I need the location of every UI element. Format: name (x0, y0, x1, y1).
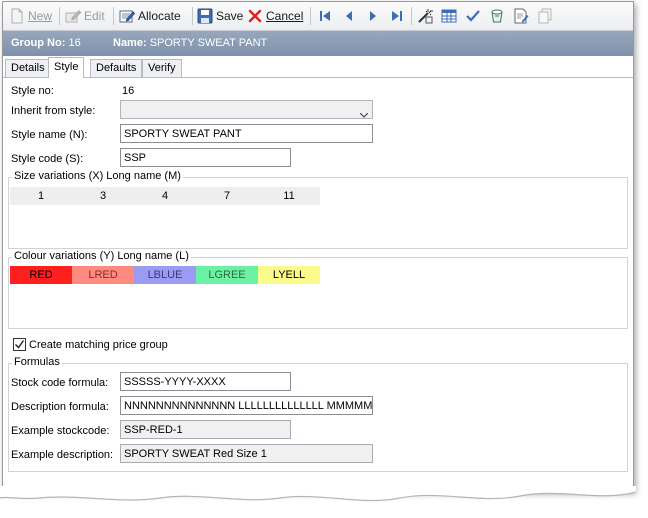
size-variations-group: Size variations (X) Long name (M) 1 3 4 … (8, 170, 628, 249)
next-record-icon (365, 8, 381, 24)
first-record-button[interactable] (317, 6, 333, 26)
cancel-x-icon (247, 8, 263, 24)
magic-wand-icon (417, 8, 433, 24)
edit-label: Edit (84, 9, 105, 23)
example-description-field: SPORTY SWEAT Red Size 1 (120, 444, 373, 463)
allocate-button[interactable]: Allocate (119, 6, 181, 26)
copy-document-icon (537, 8, 553, 24)
size-variation-item[interactable]: 3 (72, 187, 134, 205)
tab-strip: Details Style Defaults Verify (3, 57, 633, 78)
first-record-icon (317, 8, 333, 24)
price-group-checkbox[interactable] (13, 338, 26, 351)
description-formula-label: Description formula: (11, 401, 109, 413)
cancel-button[interactable]: Cancel (247, 6, 303, 26)
new-button[interactable]: New (9, 6, 52, 26)
colour-variations-title: Colour variations (Y) Long name (L) (12, 250, 191, 262)
colour-variations-group: Colour variations (Y) Long name (L) RED … (8, 250, 628, 329)
size-variation-item[interactable]: 11 (258, 187, 320, 205)
tab-defaults[interactable]: Defaults (90, 59, 143, 77)
size-variation-item[interactable]: 7 (196, 187, 258, 205)
previous-record-icon (341, 8, 357, 24)
last-record-button[interactable] (389, 6, 405, 26)
chevron-down-icon (359, 107, 369, 118)
verify-button[interactable] (465, 6, 481, 26)
group-name-label: Name: (113, 37, 147, 49)
size-variation-item[interactable]: 1 (10, 187, 72, 205)
inherit-from-style-select[interactable] (120, 100, 373, 119)
edit-icon (65, 8, 82, 24)
clear-button[interactable] (489, 6, 505, 26)
wizard-button[interactable] (417, 6, 433, 26)
price-group-label: Create matching price group (29, 339, 168, 351)
colour-variation-item[interactable]: LYELL (258, 266, 320, 284)
style-code-label: Style code (S): (11, 153, 84, 165)
grid-table-icon (441, 8, 457, 24)
copy-button[interactable] (537, 6, 553, 26)
colour-variation-item[interactable]: LGREE (196, 266, 258, 284)
group-name: Name: SPORTY SWEAT PANT (113, 37, 267, 49)
toolbar-separator (310, 7, 311, 25)
style-name-input[interactable]: SPORTY SWEAT PANT (120, 124, 373, 143)
size-variation-item[interactable]: 4 (134, 187, 196, 205)
save-icon (197, 8, 213, 24)
bucket-icon (489, 8, 505, 24)
stock-code-formula-label: Stock code formula: (11, 377, 109, 389)
style-no-label: Style no: (11, 85, 54, 97)
size-variations-title: Size variations (X) Long name (M) (12, 170, 183, 182)
style-code-input[interactable]: SSP (120, 148, 291, 167)
tab-style[interactable]: Style (48, 57, 85, 78)
tab-verify[interactable]: Verify (142, 59, 182, 77)
style-window: New Edit Allocate Save Cancel Group No: … (2, 1, 634, 491)
group-number-label: Group No: (11, 37, 66, 49)
toolbar: New Edit Allocate Save Cancel (3, 2, 633, 31)
example-description-label: Example description: (11, 449, 114, 461)
save-label: Save (216, 9, 244, 23)
stock-code-formula-input[interactable]: SSSSS-YYYY-XXXX (120, 372, 291, 391)
formulas-title: Formulas (12, 356, 62, 368)
cancel-label: Cancel (266, 9, 304, 23)
document-edit-button[interactable] (513, 6, 529, 26)
checkmark-icon (465, 8, 481, 24)
style-no-value: 16 (122, 85, 135, 97)
colour-variation-item[interactable]: LRED (72, 266, 134, 284)
group-name-value: SPORTY SWEAT PANT (149, 37, 268, 49)
new-document-icon (9, 8, 25, 24)
style-name-label: Style name (N): (11, 129, 88, 141)
save-button[interactable]: Save (197, 6, 243, 26)
group-number-value: 16 (68, 37, 81, 49)
torn-edge-decoration (0, 486, 637, 502)
colour-variation-item[interactable]: RED (10, 266, 72, 284)
last-record-icon (389, 8, 405, 24)
new-label: New (28, 9, 53, 23)
example-stockcode-field: SSP-RED-1 (120, 420, 291, 439)
toolbar-separator (411, 7, 412, 25)
previous-record-button[interactable] (341, 6, 357, 26)
inherit-from-style-label: Inherit from style: (11, 105, 96, 117)
colour-variation-item[interactable]: LBLUE (134, 266, 196, 284)
colour-variations-list: RED LRED LBLUE LGREE LYELL (10, 266, 320, 284)
size-variations-list: 1 3 4 7 11 (10, 187, 320, 205)
toolbar-separator (59, 7, 60, 25)
allocate-icon (119, 8, 136, 24)
tab-details[interactable]: Details (5, 59, 51, 77)
example-stockcode-label: Example stockcode: (11, 425, 110, 437)
document-edit-icon (513, 8, 529, 24)
checkmark-icon (15, 340, 25, 349)
toolbar-separator (192, 7, 193, 25)
next-record-button[interactable] (365, 6, 381, 26)
allocate-label: Allocate (138, 9, 181, 23)
group-number: Group No: 16 (11, 37, 81, 49)
grid-button[interactable] (441, 6, 457, 26)
toolbar-separator (113, 7, 114, 25)
group-header-bar: Group No: 16 Name: SPORTY SWEAT PANT (3, 31, 633, 56)
description-formula-input[interactable]: NNNNNNNNNNNNNN LLLLLLLLLLLLLL MMMMMMM (120, 396, 373, 415)
edit-button[interactable]: Edit (65, 6, 105, 26)
